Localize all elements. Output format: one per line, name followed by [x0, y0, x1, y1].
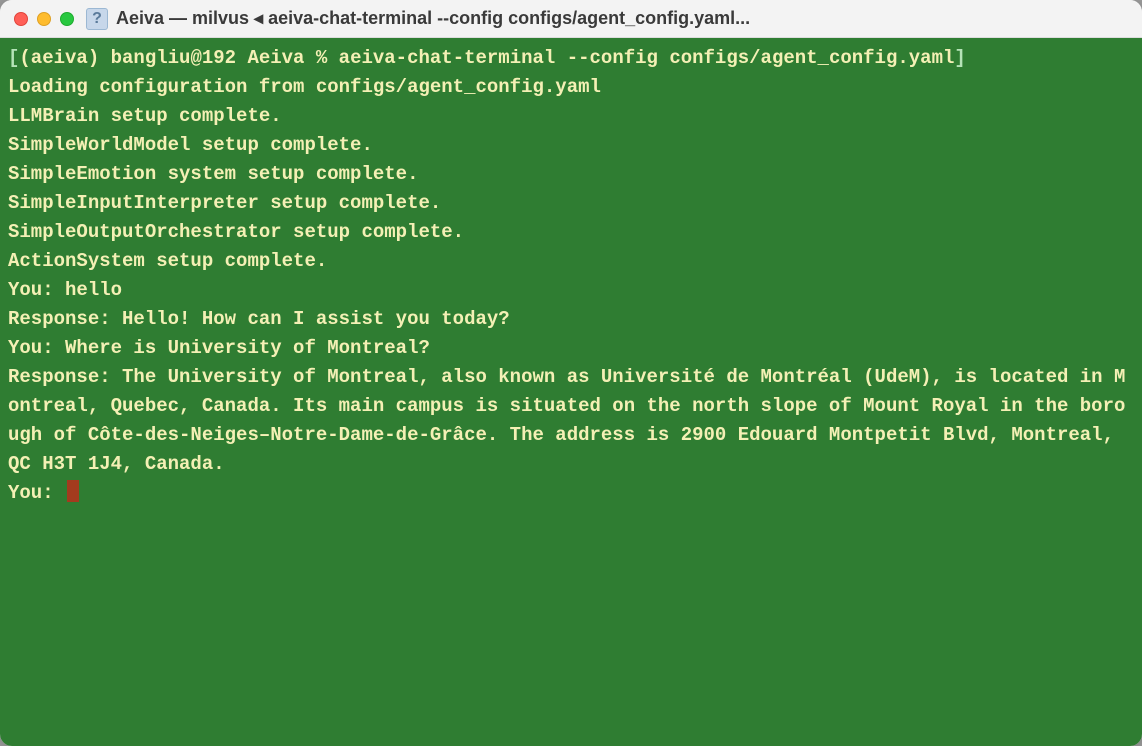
traffic-lights [14, 12, 74, 26]
user-input-line: You: hello [8, 276, 1134, 305]
output-line: SimpleOutputOrchestrator setup complete. [8, 218, 1134, 247]
output-line: LLMBrain setup complete. [8, 102, 1134, 131]
command-text: aeiva-chat-terminal --config configs/age… [339, 47, 955, 69]
prompt-userhost: bangliu@192 Aeiva % [111, 47, 339, 69]
output-line: SimpleInputInterpreter setup complete. [8, 189, 1134, 218]
terminal-window: ? Aeiva — milvus ◂ aeiva-chat-terminal -… [0, 0, 1142, 746]
prompt-bracket-close: ] [954, 47, 965, 69]
window-title: Aeiva — milvus ◂ aeiva-chat-terminal --c… [116, 8, 1128, 29]
response-line: Response: The University of Montreal, al… [8, 363, 1134, 479]
output-line: Loading configuration from configs/agent… [8, 73, 1134, 102]
minimize-button[interactable] [37, 12, 51, 26]
user-input-line: You: Where is University of Montreal? [8, 334, 1134, 363]
output-line: ActionSystem setup complete. [8, 247, 1134, 276]
prompt-bracket-open: [ [8, 47, 19, 69]
maximize-button[interactable] [60, 12, 74, 26]
title-bar: ? Aeiva — milvus ◂ aeiva-chat-terminal -… [0, 0, 1142, 38]
output-line: SimpleWorldModel setup complete. [8, 131, 1134, 160]
output-line: SimpleEmotion system setup complete. [8, 160, 1134, 189]
response-line: Response: Hello! How can I assist you to… [8, 305, 1134, 334]
close-button[interactable] [14, 12, 28, 26]
folder-icon-glyph: ? [92, 10, 102, 28]
input-prompt-prefix: You: [8, 482, 65, 504]
prompt-env: (aeiva) [19, 47, 110, 69]
terminal-body[interactable]: [(aeiva) bangliu@192 Aeiva % aeiva-chat-… [0, 38, 1142, 746]
folder-icon: ? [86, 8, 108, 30]
cursor-icon [67, 480, 79, 502]
